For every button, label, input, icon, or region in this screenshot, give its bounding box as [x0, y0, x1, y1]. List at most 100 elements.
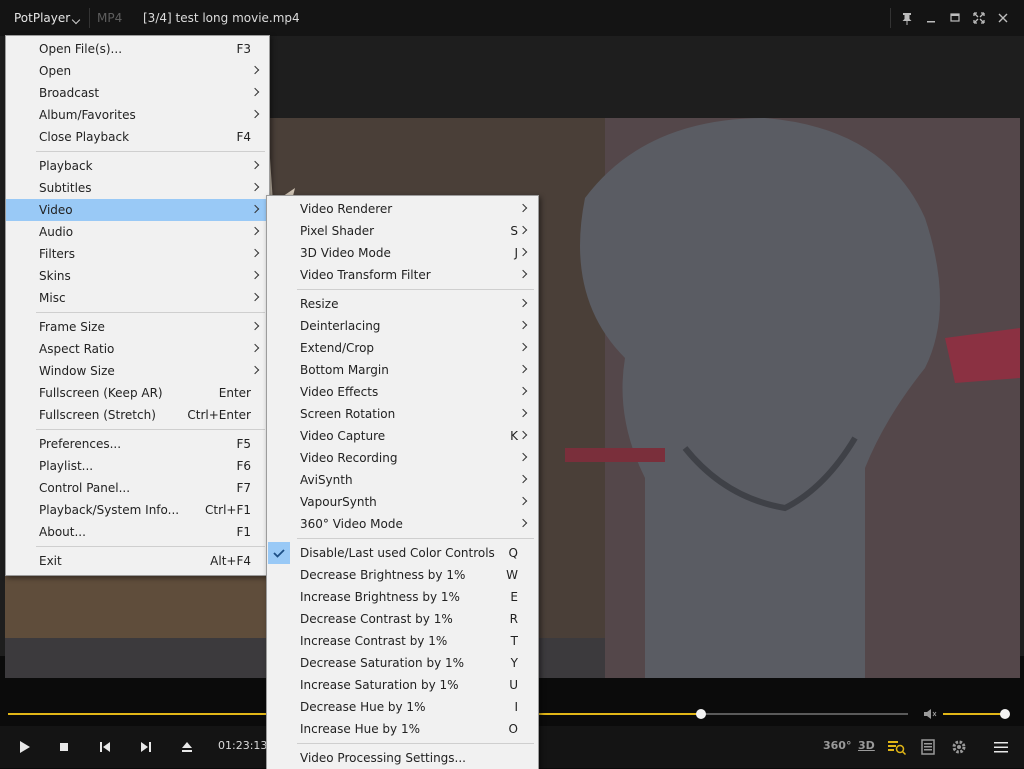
menu-item-misc[interactable]: Misc — [6, 287, 269, 309]
menu-item-decrease-brightness[interactable]: Decrease Brightness by 1% W — [267, 564, 538, 586]
menu-item-vapoursynth[interactable]: VapourSynth — [267, 491, 538, 513]
menu-item-resize[interactable]: Resize — [267, 293, 538, 315]
menu-item-open[interactable]: Open — [6, 60, 269, 82]
stop-icon[interactable] — [51, 734, 77, 760]
3d-video-icon[interactable]: 3D — [855, 734, 879, 760]
menu-item-video-renderer[interactable]: Video Renderer — [267, 198, 538, 220]
menu-item-playlist[interactable]: Playlist... F6 — [6, 455, 269, 477]
next-icon[interactable] — [133, 734, 159, 760]
menu-item-video-recording[interactable]: Video Recording — [267, 447, 538, 469]
menu-item-label: Broadcast — [39, 86, 100, 100]
menu-item-decrease-saturation[interactable]: Decrease Saturation by 1% Y — [267, 652, 538, 674]
menu-item-label: Decrease Hue by 1% — [300, 700, 426, 714]
minimize-icon[interactable] — [921, 8, 941, 28]
menu-item-extend-crop[interactable]: Extend/Crop — [267, 337, 538, 359]
chapters-icon[interactable] — [915, 734, 941, 760]
menu-item-label: About... — [39, 525, 86, 539]
eject-icon[interactable] — [174, 734, 200, 760]
menu-item-increase-contrast[interactable]: Increase Contrast by 1% T — [267, 630, 538, 652]
speaker-icon[interactable] — [922, 706, 938, 722]
seek-handle[interactable] — [696, 709, 706, 719]
menu-item-increase-brightness[interactable]: Increase Brightness by 1% E — [267, 586, 538, 608]
app-menu-button[interactable]: PotPlayer — [0, 4, 88, 32]
menu-item-shortcut: O — [508, 722, 518, 736]
menu-item-frame-size[interactable]: Frame Size — [6, 316, 269, 338]
menu-item-bottom-margin[interactable]: Bottom Margin — [267, 359, 538, 381]
menu-item-label: Open File(s)... — [39, 42, 123, 56]
menu-item-playback[interactable]: Playback — [6, 155, 269, 177]
menu-item-screen-rotation[interactable]: Screen Rotation — [267, 403, 538, 425]
menu-item-avisynth[interactable]: AviSynth — [267, 469, 538, 491]
menu-item-shortcut: F5 — [236, 437, 251, 451]
close-icon[interactable] — [993, 8, 1013, 28]
title-divider — [89, 8, 90, 28]
menu-item-label: Video Processing Settings... — [300, 751, 466, 765]
chevron-right-icon — [518, 474, 528, 484]
menu-item-label: Playlist... — [39, 459, 94, 473]
menu-item-control-panel[interactable]: Control Panel... F7 — [6, 477, 269, 499]
menu-item-broadcast[interactable]: Broadcast — [6, 82, 269, 104]
360-label: 360° — [823, 739, 852, 752]
menu-item-deinterlacing[interactable]: Deinterlacing — [267, 315, 538, 337]
menu-item-preferences[interactable]: Preferences... F5 — [6, 433, 269, 455]
maximize-icon[interactable] — [945, 8, 965, 28]
menu-item-album-favorites[interactable]: Album/Favorites — [6, 104, 269, 126]
menu-item-increase-hue[interactable]: Increase Hue by 1% O — [267, 718, 538, 740]
menu-item-playback-system-info[interactable]: Playback/System Info... Ctrl+F1 — [6, 499, 269, 521]
menu-item-label: Increase Brightness by 1% — [300, 590, 460, 604]
previous-icon[interactable] — [92, 734, 118, 760]
chevron-right-icon — [250, 226, 260, 236]
menu-item-close-playback[interactable]: Close Playback F4 — [6, 126, 269, 148]
360-video-icon[interactable]: 360° — [821, 734, 852, 760]
settings-gear-icon[interactable] — [946, 734, 972, 760]
menu-item-fullscreen-stretch[interactable]: Fullscreen (Stretch) Ctrl+Enter — [6, 404, 269, 426]
fullscreen-icon[interactable] — [969, 8, 989, 28]
menu-item-increase-saturation[interactable]: Increase Saturation by 1% U — [267, 674, 538, 696]
menu-item-decrease-hue[interactable]: Decrease Hue by 1% I — [267, 696, 538, 718]
menu-icon[interactable] — [988, 734, 1014, 760]
menu-item-video-effects[interactable]: Video Effects — [267, 381, 538, 403]
menu-item-window-size[interactable]: Window Size — [6, 360, 269, 382]
menu-item-label: Resize — [300, 297, 339, 311]
volume-slider[interactable] — [943, 709, 1010, 719]
pin-icon[interactable] — [897, 8, 917, 28]
title-bar: PotPlayer MP4 [3/4] test long movie.mp4 — [0, 0, 1024, 36]
menu-item-pixel-shader[interactable]: Pixel Shader S — [267, 220, 538, 242]
chevron-right-icon — [518, 342, 528, 352]
menu-item-3d-video-mode[interactable]: 3D Video Mode J — [267, 242, 538, 264]
menu-item-video-transform-filter[interactable]: Video Transform Filter — [267, 264, 538, 286]
menu-item-open-files[interactable]: Open File(s)... F3 — [6, 38, 269, 60]
menu-item-skins[interactable]: Skins — [6, 265, 269, 287]
menu-item-label: Video Recording — [300, 451, 398, 465]
menu-item-audio[interactable]: Audio — [6, 221, 269, 243]
menu-separator — [36, 429, 265, 430]
title-divider — [890, 8, 891, 28]
play-icon[interactable] — [11, 734, 37, 760]
menu-item-about[interactable]: About... F1 — [6, 521, 269, 543]
playlist-search-icon[interactable] — [884, 734, 910, 760]
menu-item-label: Increase Saturation by 1% — [300, 678, 459, 692]
menu-item-video-capture[interactable]: Video Capture K — [267, 425, 538, 447]
chevron-right-icon — [518, 269, 528, 279]
chevron-right-icon — [518, 430, 528, 440]
menu-item-aspect-ratio[interactable]: Aspect Ratio — [6, 338, 269, 360]
menu-item-exit[interactable]: Exit Alt+F4 — [6, 550, 269, 572]
menu-item-360-video-mode[interactable]: 360° Video Mode — [267, 513, 538, 535]
menu-item-label: Close Playback — [39, 130, 130, 144]
menu-item-video-processing-settings[interactable]: Video Processing Settings... — [267, 747, 538, 769]
chevron-right-icon — [250, 160, 260, 170]
menu-item-subtitles[interactable]: Subtitles — [6, 177, 269, 199]
checkmark-icon — [268, 542, 290, 564]
menu-item-shortcut: R — [509, 612, 518, 626]
menu-item-filters[interactable]: Filters — [6, 243, 269, 265]
chevron-right-icon — [518, 247, 528, 257]
volume-handle[interactable] — [1000, 709, 1010, 719]
menu-item-shortcut: Alt+F4 — [210, 554, 251, 568]
menu-item-fullscreen-keep-ar[interactable]: Fullscreen (Keep AR) Enter — [6, 382, 269, 404]
menu-item-shortcut: I — [514, 700, 518, 714]
menu-item-color-controls-toggle[interactable]: Disable/Last used Color Controls Q — [267, 542, 538, 564]
menu-item-video[interactable]: Video — [6, 199, 269, 221]
menu-item-decrease-contrast[interactable]: Decrease Contrast by 1% R — [267, 608, 538, 630]
playback-time: 01:23:13 — [218, 739, 268, 752]
chevron-right-icon — [518, 225, 528, 235]
